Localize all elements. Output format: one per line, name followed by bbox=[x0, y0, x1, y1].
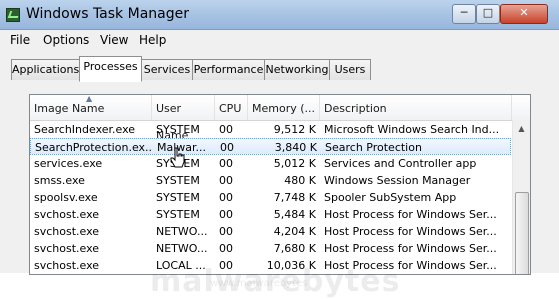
cell-description: Microsoft Windows Search Ind... bbox=[324, 123, 500, 136]
process-row[interactable]: SearchProtection.ex... Malwar... 00 3,840 K… bbox=[30, 138, 511, 155]
sort-ascending-icon: ▲ bbox=[86, 94, 93, 103]
cell-image-name: SearchProtection.ex... bbox=[35, 141, 153, 154]
tab-networking[interactable]: Networking bbox=[264, 59, 330, 80]
cell-memory: 9,512 K bbox=[273, 123, 316, 136]
cell-description: Spooler SubSystem App bbox=[324, 191, 457, 204]
cell-user-name: SYSTEM bbox=[156, 174, 200, 187]
cell-description: Services and Controller app bbox=[324, 157, 477, 170]
cell-cpu: 00 bbox=[220, 141, 234, 154]
cell-image-name: services.exe bbox=[34, 157, 103, 170]
column-cpu[interactable]: CPU bbox=[215, 95, 248, 120]
column-memory[interactable]: Memory (... bbox=[248, 95, 320, 120]
tab-performance[interactable]: Performance bbox=[192, 59, 265, 80]
process-row[interactable]: svchost.exe SYSTEM 00 5,484 K Host Process f… bbox=[30, 206, 511, 223]
cell-user-name: SYSTEM bbox=[156, 208, 200, 221]
cell-description: Host Process for Windows Ser... bbox=[324, 225, 497, 238]
process-row[interactable]: SearchIndexer.exe SYSTEM 00 9,512 K Microsof… bbox=[30, 121, 511, 138]
window-title: Windows Task Manager bbox=[26, 6, 189, 22]
close-button[interactable]: ✕ bbox=[500, 4, 548, 24]
cell-memory: 7,748 K bbox=[273, 191, 316, 204]
column-user-name[interactable]: User Name bbox=[152, 95, 215, 142]
cell-description: Host Process for Windows Ser... bbox=[324, 242, 497, 255]
cell-cpu: 00 bbox=[219, 191, 233, 204]
cell-description: Host Process for Windows Ser... bbox=[324, 208, 497, 221]
tab-applications[interactable]: Applications bbox=[11, 59, 80, 80]
cell-user-name: NETWO... bbox=[156, 242, 208, 255]
title-bar[interactable]: Windows Task Manager ─ □ ✕ bbox=[0, 0, 559, 30]
column-image-name-label: Image Name bbox=[34, 102, 105, 115]
menu-view[interactable]: View bbox=[100, 33, 128, 47]
cell-memory: 3,840 K bbox=[274, 141, 317, 154]
column-description[interactable]: Description bbox=[320, 95, 512, 120]
cell-image-name: SearchIndexer.exe bbox=[34, 123, 136, 136]
cell-user-name: NETWO... bbox=[156, 225, 208, 238]
tab-users[interactable]: Users bbox=[329, 59, 371, 80]
processes-panel: Image Name ▲ User Name CPU Memory (... D… bbox=[0, 80, 559, 299]
menu-options[interactable]: Options bbox=[43, 33, 89, 47]
process-row[interactable]: spoolsv.exe SYSTEM 00 7,748 K Spooler SubSys… bbox=[30, 189, 511, 206]
watermark-subtext: www.malwarebytes bbox=[210, 278, 308, 289]
cell-memory: 480 K bbox=[284, 174, 316, 187]
cell-image-name: spoolsv.exe bbox=[34, 191, 98, 204]
column-header-row: Image Name ▲ User Name CPU Memory (... D… bbox=[30, 95, 530, 142]
cell-cpu: 00 bbox=[219, 208, 233, 221]
cell-description: Windows Session Manager bbox=[324, 174, 471, 187]
maximize-button[interactable]: □ bbox=[476, 4, 500, 24]
cell-image-name: svchost.exe bbox=[34, 259, 100, 272]
cell-image-name: smss.exe bbox=[34, 174, 85, 187]
menu-help[interactable]: Help bbox=[139, 33, 166, 47]
vertical-scrollbar[interactable]: ▲ bbox=[512, 120, 530, 274]
cell-image-name: svchost.exe bbox=[34, 242, 100, 255]
tab-services[interactable]: Services bbox=[141, 59, 193, 80]
process-row[interactable]: services.exeSYSTEM005,012 KServices and … bbox=[30, 155, 511, 172]
cell-cpu: 00 bbox=[219, 242, 233, 255]
cell-user-name: SYSTEM bbox=[156, 123, 200, 136]
cell-memory: 5,012 K bbox=[273, 157, 316, 170]
cell-memory: 7,680 K bbox=[273, 242, 316, 255]
process-row[interactable]: svchost.exe NETWO... 00 7,680 K Host Process… bbox=[30, 240, 511, 257]
cell-cpu: 00 bbox=[219, 123, 233, 136]
tab-processes[interactable]: Processes bbox=[79, 56, 142, 82]
scroll-thumb[interactable] bbox=[515, 192, 529, 274]
tab-strip: Applications Processes Services Performa… bbox=[0, 52, 559, 82]
cell-memory: 5,484 K bbox=[273, 208, 316, 221]
cell-image-name: svchost.exe bbox=[34, 208, 100, 221]
cell-cpu: 00 bbox=[219, 225, 233, 238]
process-row[interactable]: svchost.exe NETWO... 00 4,204 K Host Process… bbox=[30, 223, 511, 240]
cell-user-name: SYSTEM bbox=[156, 191, 200, 204]
column-image-name[interactable]: Image Name ▲ bbox=[30, 95, 152, 120]
task-manager-icon bbox=[6, 8, 20, 22]
menu-file[interactable]: File bbox=[10, 33, 30, 47]
process-row[interactable]: smss.exe SYSTEM 00 480 K Windows Session Man… bbox=[30, 172, 511, 189]
hand-pointer-icon bbox=[170, 147, 185, 168]
menu-bar: File Options View Help bbox=[0, 30, 559, 52]
cell-cpu: 00 bbox=[219, 157, 233, 170]
process-list[interactable]: Image Name ▲ User Name CPU Memory (... D… bbox=[29, 94, 531, 275]
cell-image-name: svchost.exe bbox=[34, 225, 100, 238]
cell-description: Search Protection bbox=[325, 141, 422, 154]
cell-cpu: 00 bbox=[219, 174, 233, 187]
minimize-button[interactable]: ─ bbox=[452, 4, 476, 24]
cell-memory: 4,204 K bbox=[273, 225, 316, 238]
chevron-up-icon[interactable]: ▲ bbox=[513, 120, 530, 137]
